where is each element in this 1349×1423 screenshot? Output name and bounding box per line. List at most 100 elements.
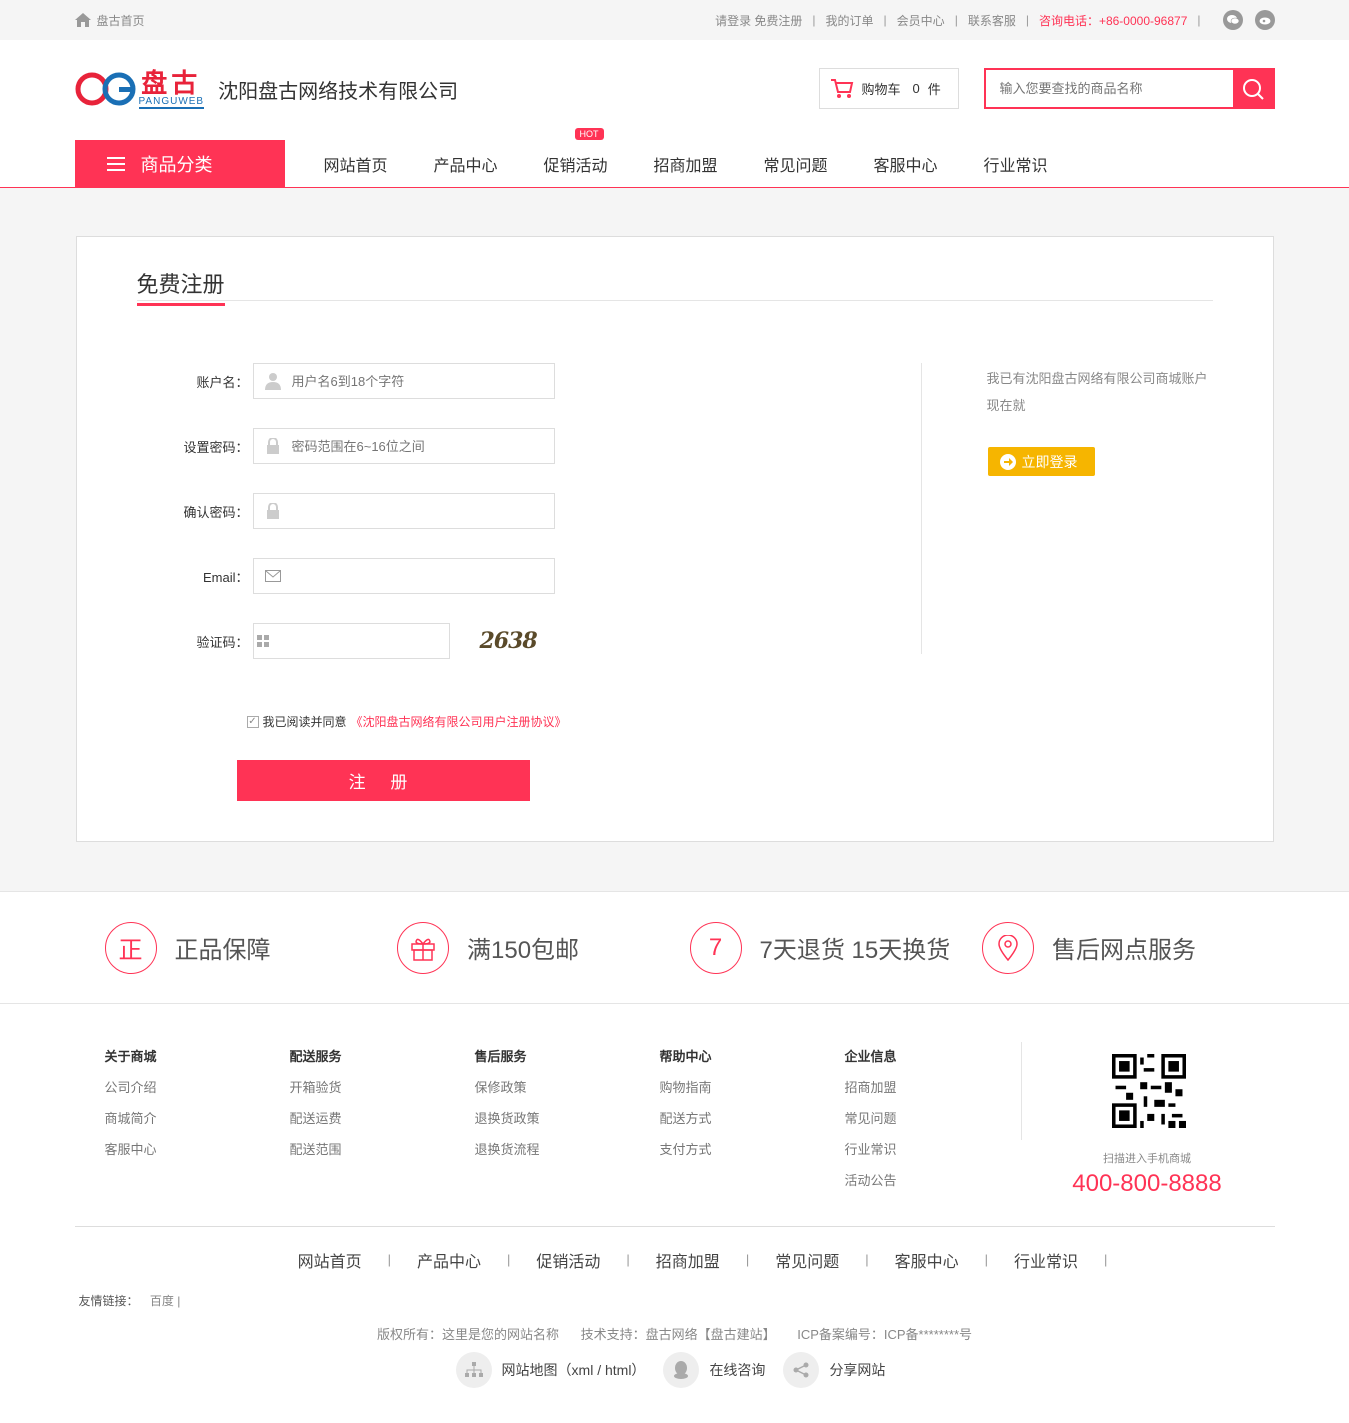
footer-link[interactable]: 配送范围 [290, 1139, 430, 1158]
nav-item-home[interactable]: 网站首页 [301, 152, 411, 176]
contact-service-link[interactable]: 联系客服 [968, 12, 1016, 29]
arrow-circle-icon [999, 453, 1016, 470]
search-icon [1242, 78, 1264, 100]
captcha-input[interactable] [272, 633, 449, 649]
footer-column-help: 帮助中心 购物指南 配送方式 支付方式 [660, 1046, 800, 1170]
mail-icon [254, 570, 292, 582]
login-register-link[interactable]: 请登录 免费注册 [715, 12, 802, 29]
username-label: 账户名： [196, 374, 249, 390]
nav-item-service[interactable]: 客服中心 [851, 152, 961, 176]
footer-nav-promotions[interactable]: 促销活动 [510, 1248, 626, 1272]
search-input[interactable] [985, 70, 1233, 107]
confirm-password-input[interactable] [291, 503, 554, 519]
sitemap-link[interactable]: 网站地图（xml / html） [455, 1352, 646, 1388]
service-aftersales: 售后网点服务 [982, 921, 1275, 974]
service-free-shipping-text: 满150包邮 [467, 937, 580, 964]
cart-count: 0 [912, 81, 920, 96]
footer-link[interactable]: 常见问题 [845, 1108, 985, 1127]
genuine-icon: 正 [104, 921, 157, 974]
share-site-link[interactable]: 分享网站 [783, 1352, 885, 1388]
nav-item-products[interactable]: 产品中心 [411, 152, 521, 176]
confirm-password-row: 确认密码： [137, 493, 555, 529]
logo-english-text: PANGUWEB [138, 95, 205, 109]
footer-column-company: 企业信息 招商加盟 常见问题 行业常识 活动公告 [845, 1046, 985, 1201]
footer-link[interactable]: 配送运费 [290, 1108, 430, 1127]
footer-link[interactable]: 支付方式 [660, 1139, 800, 1158]
footer-column-title: 帮助中心 [659, 1049, 712, 1064]
captcha-image[interactable]: 2638 [480, 628, 538, 654]
login-now-button[interactable]: 立即登录 [987, 447, 1095, 476]
grid-icon [254, 635, 273, 647]
footer-link[interactable]: 配送方式 [660, 1108, 800, 1127]
qq-icon [663, 1352, 700, 1388]
footer-link[interactable]: 行业常识 [845, 1139, 985, 1158]
qr-caption: 扫描进入手机商城 [1103, 1153, 1191, 1165]
footer-column-title: 售后服务 [474, 1049, 527, 1064]
my-orders-link[interactable]: 我的订单 [826, 12, 874, 29]
register-form: 账户名： 设置密码： 确认密码： [137, 363, 555, 688]
sitemap-icon [455, 1352, 492, 1388]
footer-nav-products[interactable]: 产品中心 [391, 1248, 507, 1272]
friend-links-label: 友情链接： [78, 1294, 139, 1308]
email-label: Email： [202, 569, 249, 585]
cart-button[interactable]: 购物车 0 件 [818, 68, 959, 109]
footer-link[interactable]: 商城简介 [105, 1108, 245, 1127]
service-return: 7 7天退货 15天换货 [689, 921, 983, 974]
wechat-icon[interactable] [1222, 10, 1243, 30]
footer-nav-faq[interactable]: 常见问题 [749, 1248, 865, 1272]
gift-icon [397, 921, 449, 974]
agreement-checkbox[interactable]: ✓ [246, 715, 259, 728]
online-consult-label: 在线咨询 [709, 1362, 766, 1378]
footer-link[interactable]: 招商加盟 [845, 1077, 985, 1096]
password-row: 设置密码： [137, 428, 555, 464]
agreement-link[interactable]: 《沈阳盘古网络有限公司用户注册协议》 [351, 713, 567, 730]
form-divider [920, 363, 922, 654]
username-field-box [252, 363, 555, 399]
weibo-icon[interactable] [1254, 10, 1275, 30]
share-site-label: 分享网站 [829, 1362, 886, 1378]
username-input[interactable] [291, 373, 554, 389]
footer-link[interactable]: 活动公告 [845, 1170, 985, 1189]
register-button[interactable]: 注 册 [236, 760, 530, 801]
footer-link[interactable]: 公司介绍 [105, 1077, 245, 1096]
online-consult-link[interactable]: 在线咨询 [663, 1352, 765, 1388]
company-name: 沈阳盘古网络技术有限公司 [218, 80, 459, 103]
category-menu-button[interactable]: 商品分类 [74, 140, 285, 188]
agreement-text: 我已阅读并同意 [262, 715, 347, 729]
location-icon [982, 921, 1034, 974]
service-genuine: 正 正品保障 [104, 921, 398, 974]
footer-nav-service[interactable]: 客服中心 [869, 1248, 985, 1272]
home-icon [74, 13, 91, 27]
email-field-box [252, 558, 555, 594]
nav-item-knowledge[interactable]: 行业常识 [961, 152, 1071, 176]
footer-link[interactable]: 客服中心 [105, 1139, 245, 1158]
footer-column-title: 关于商城 [104, 1049, 157, 1064]
footer-link[interactable]: 保修政策 [475, 1077, 615, 1096]
footer-nav-home[interactable]: 网站首页 [272, 1248, 388, 1272]
nav-item-promotions[interactable]: 促销活动 HOT [521, 128, 631, 176]
site-logo[interactable]: 盘古 PANGUWEB 沈阳盘古网络技术有限公司 [75, 68, 459, 110]
friend-link-baidu[interactable]: 百度 | [150, 1294, 180, 1308]
search-button[interactable] [1232, 70, 1273, 107]
email-input[interactable] [291, 568, 554, 584]
home-link[interactable]: 盘古首页 [74, 12, 145, 29]
nav-item-franchise[interactable]: 招商加盟 [631, 152, 741, 176]
footer-links: 关于商城 公司介绍 商城简介 客服中心 配送服务 开箱验货 配送运费 配送范围 … [75, 1004, 1275, 1226]
cart-label: 购物车 [861, 82, 901, 97]
password-input[interactable] [291, 438, 554, 454]
footer-link[interactable]: 开箱验货 [290, 1077, 430, 1096]
member-center-link[interactable]: 会员中心 [897, 12, 945, 29]
captcha-label: 验证码： [196, 634, 249, 650]
icp-text: ICP备案编号：ICP备********号 [797, 1327, 973, 1342]
qr-code [1111, 1054, 1186, 1128]
footer-link[interactable]: 退换货流程 [475, 1139, 615, 1158]
sitemap-label: 网站地图（xml / html） [501, 1362, 646, 1378]
footer-link[interactable]: 退换货政策 [475, 1108, 615, 1127]
confirm-password-field-box [252, 493, 555, 529]
footer-link[interactable]: 购物指南 [660, 1077, 800, 1096]
footer-nav-knowledge[interactable]: 行业常识 [988, 1248, 1104, 1272]
share-icon [783, 1352, 820, 1388]
footer-nav-franchise[interactable]: 招商加盟 [630, 1248, 746, 1272]
service-genuine-text: 正品保障 [174, 937, 271, 964]
nav-item-faq[interactable]: 常见问题 [741, 152, 851, 176]
